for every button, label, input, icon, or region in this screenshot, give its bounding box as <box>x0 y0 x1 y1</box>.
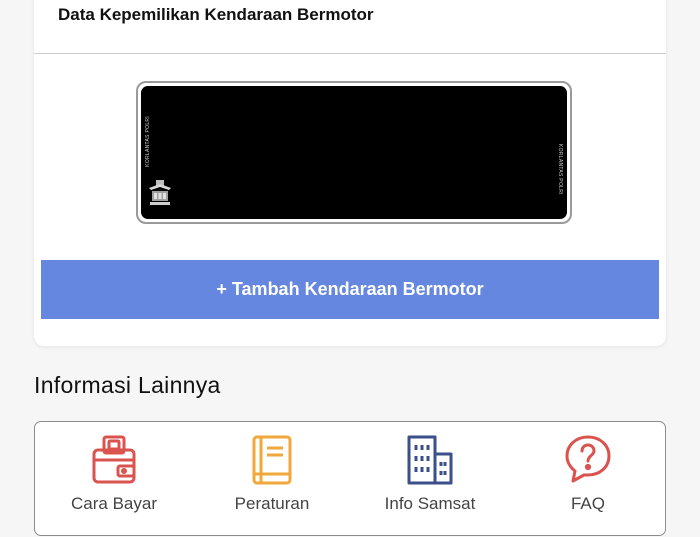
info-item-faq[interactable]: FAQ <box>509 422 667 537</box>
info-item-peraturan[interactable]: Peraturan <box>193 422 351 537</box>
question-bubble-icon <box>565 435 611 483</box>
plate-right-text: KORLANTAS POLRI <box>557 144 563 195</box>
card-divider <box>34 53 666 54</box>
police-emblem-icon <box>149 180 171 205</box>
section-title-other-info: Informasi Lainnya <box>34 372 221 398</box>
info-item-label: Peraturan <box>234 494 310 513</box>
info-item-label: Info Samsat <box>384 494 476 513</box>
info-item-info-samsat[interactable]: Info Samsat <box>351 422 509 537</box>
info-item-label: FAQ <box>570 494 605 513</box>
info-menu: Cara Bayar Peraturan Info Samsat FAQ <box>34 421 666 536</box>
info-item-cara-bayar[interactable]: Cara Bayar <box>35 422 193 537</box>
building-icon <box>407 435 453 485</box>
info-item-label: Cara Bayar <box>71 494 157 513</box>
wallet-icon <box>92 435 136 484</box>
plate-left-text: KORLANTAS POLRI <box>145 116 151 167</box>
book-icon <box>252 435 292 485</box>
add-vehicle-button[interactable]: + Tambah Kendaraan Bermotor <box>41 260 659 319</box>
license-plate[interactable]: KORLANTAS POLRI KORLANTAS POLRI <box>136 81 572 224</box>
license-plate-body: KORLANTAS POLRI KORLANTAS POLRI <box>141 86 567 219</box>
card-title: Data Kepemilikan Kendaraan Bermotor <box>58 5 374 24</box>
vehicle-ownership-card: Data Kepemilikan Kendaraan Bermotor KORL… <box>34 0 666 346</box>
